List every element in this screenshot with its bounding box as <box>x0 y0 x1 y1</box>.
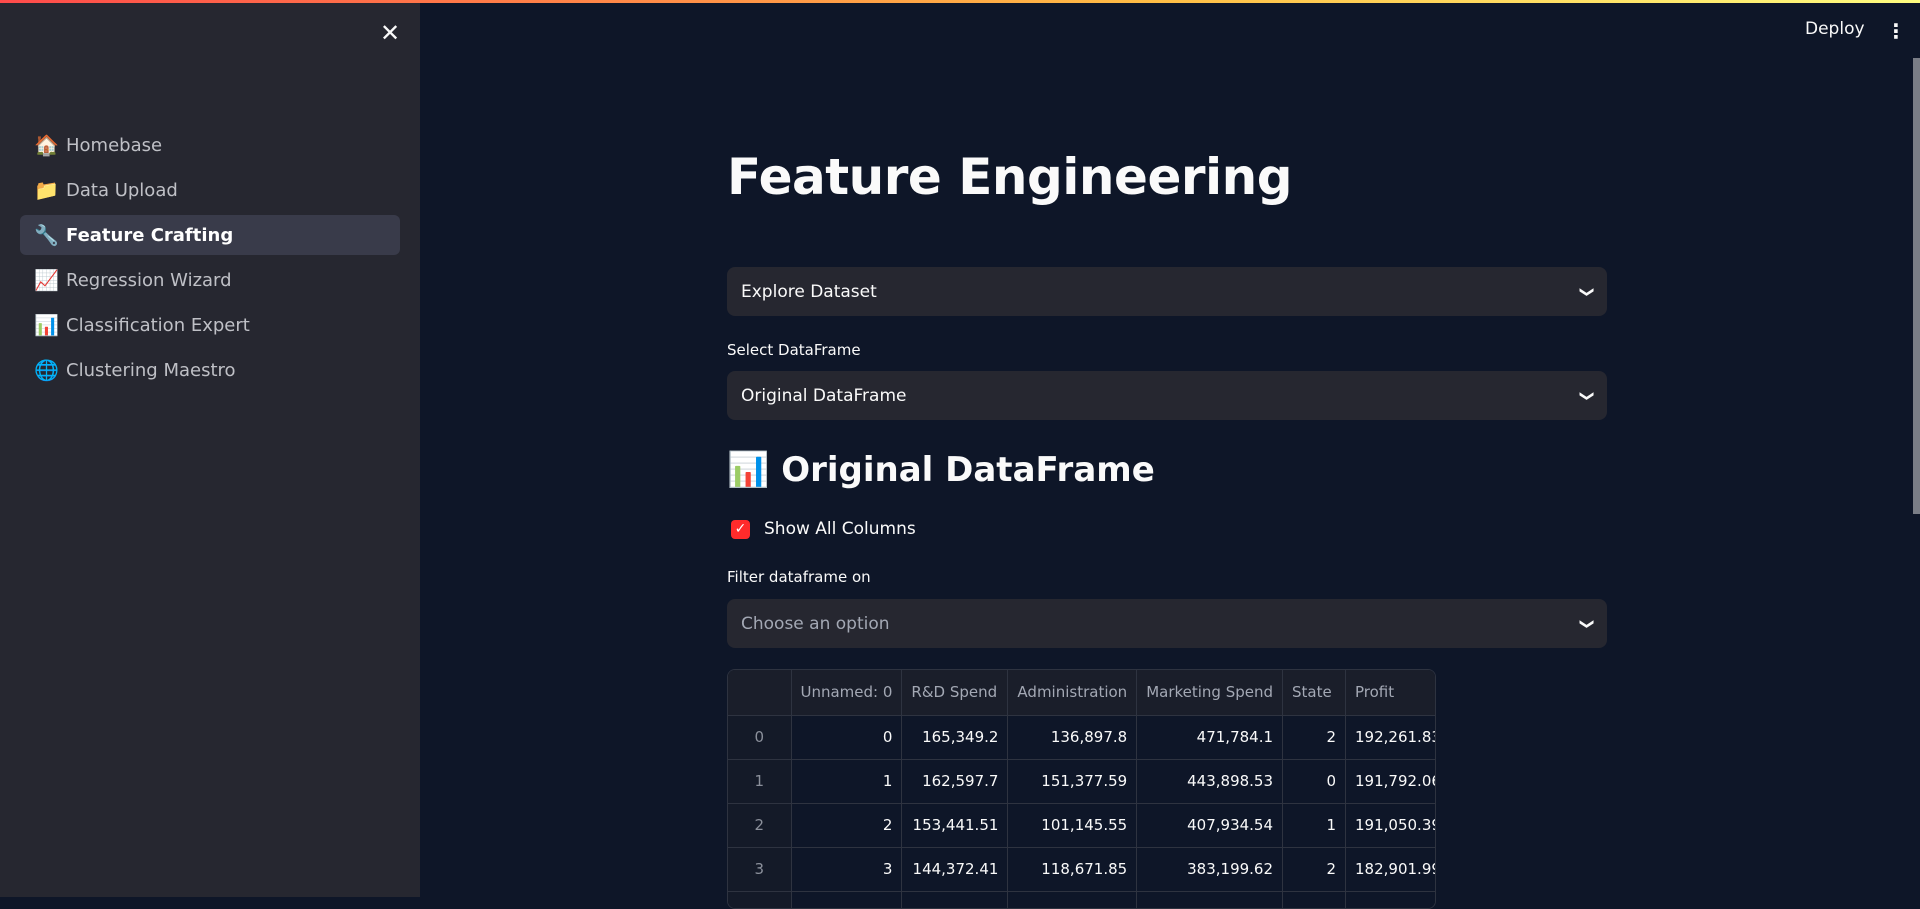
table-cell[interactable]: 165,349.2 <box>901 715 1009 760</box>
table-cell[interactable]: 443,898.53 <box>1136 759 1284 804</box>
table-cell[interactable]: 471,784.1 <box>1136 715 1284 760</box>
checkmark-icon: ✓ <box>731 519 750 539</box>
row-index[interactable] <box>728 891 792 908</box>
sidebar-item-classification-expert[interactable]: 📊 Classification Expert <box>20 305 400 345</box>
row-index[interactable]: 3 <box>728 847 792 892</box>
column-header[interactable]: Marketing Spend <box>1136 670 1284 716</box>
sidebar-item-label: Regression Wizard <box>66 269 232 291</box>
table-cell[interactable]: 101,145.55 <box>1007 803 1138 848</box>
table-cell[interactable] <box>1007 891 1138 908</box>
table-cell[interactable]: 2 <box>1282 715 1347 760</box>
checkbox-label: Show All Columns <box>764 519 916 539</box>
sidebar-item-label: Feature Crafting <box>66 224 234 246</box>
table-cell[interactable]: 2 <box>791 803 903 848</box>
select-value: Original DataFrame <box>741 385 907 406</box>
folder-icon: 📁 <box>34 178 59 202</box>
scrollbar[interactable] <box>1913 58 1920 514</box>
table-row[interactable]: 0 0 165,349.2 136,897.8 471,784.1 2 192,261.83 <box>728 715 1435 760</box>
filter-label: Filter dataframe on <box>727 568 871 586</box>
filter-multiselect[interactable]: Choose an option ❯ <box>727 599 1607 648</box>
table-cell[interactable]: 136,897.8 <box>1007 715 1138 760</box>
table-row[interactable]: 1 1 162,597.7 151,377.59 443,898.53 0 191,792.… <box>728 759 1435 804</box>
chevron-down-icon: ❯ <box>1579 617 1596 630</box>
table-row[interactable] <box>728 891 1435 908</box>
show-all-columns-checkbox[interactable]: ✓ Show All Columns <box>731 519 916 539</box>
table-row[interactable]: 2 2 153,441.51 101,145.55 407,934.54 1 191,050… <box>728 803 1435 848</box>
globe-icon: 🌐 <box>34 358 59 382</box>
table-cell[interactable]: 151,377.59 <box>1007 759 1138 804</box>
table-cell[interactable] <box>791 891 903 908</box>
page-title: Feature Engineering <box>727 148 1293 206</box>
wrench-icon: 🔧 <box>34 223 59 247</box>
sidebar-item-label: Classification Expert <box>66 314 250 336</box>
column-header[interactable]: State <box>1282 670 1347 716</box>
column-header[interactable]: Profit <box>1345 670 1435 716</box>
sidebar-item-data-upload[interactable]: 📁 Data Upload <box>20 170 400 210</box>
bar-chart-icon: 📊 <box>34 313 59 337</box>
table-cell[interactable]: 182,901.99 <box>1345 847 1435 892</box>
table-cell[interactable] <box>1345 891 1435 908</box>
table-cell[interactable] <box>1282 891 1347 908</box>
sidebar-item-label: Data Upload <box>66 179 178 201</box>
table-cell[interactable]: 153,441.51 <box>901 803 1009 848</box>
chevron-down-icon: ❯ <box>1579 389 1596 402</box>
table-cell[interactable]: 118,671.85 <box>1007 847 1138 892</box>
dataframe-table[interactable]: Unnamed: 0 R&D Spend Administration Marketi… <box>727 669 1436 909</box>
select-dataframe-label: Select DataFrame <box>727 341 861 359</box>
table-cell[interactable]: 144,372.41 <box>901 847 1009 892</box>
column-header[interactable]: Unnamed: 0 <box>791 670 903 716</box>
section-title: 📊 Original DataFrame <box>727 450 1155 490</box>
row-index[interactable]: 0 <box>728 715 792 760</box>
explore-dataset-expander[interactable]: Explore Dataset ❯ <box>727 267 1607 316</box>
table-cell[interactable]: 3 <box>791 847 903 892</box>
sidebar-item-label: Clustering Maestro <box>66 359 236 381</box>
sidebar-item-feature-crafting[interactable]: 🔧 Feature Crafting <box>20 215 400 255</box>
sidebar-item-clustering-maestro[interactable]: 🌐 Clustering Maestro <box>20 350 400 390</box>
table-cell[interactable]: 1 <box>791 759 903 804</box>
row-index[interactable]: 1 <box>728 759 792 804</box>
table-cell[interactable]: 0 <box>1282 759 1347 804</box>
kebab-menu-icon[interactable]: ⋮ <box>1886 20 1906 42</box>
column-header[interactable]: Administration <box>1007 670 1138 716</box>
bar-chart-icon: 📊 <box>727 450 770 490</box>
table-cell[interactable]: 191,050.39 <box>1345 803 1435 848</box>
column-header[interactable]: R&D Spend <box>901 670 1009 716</box>
chart-increasing-icon: 📈 <box>34 268 59 292</box>
table-cell[interactable]: 0 <box>791 715 903 760</box>
sidebar-item-label: Homebase <box>66 134 163 156</box>
filter-placeholder: Choose an option <box>741 613 890 634</box>
expander-label: Explore Dataset <box>741 281 877 302</box>
table-cell[interactable] <box>1136 891 1284 908</box>
table-cell[interactable]: 407,934.54 <box>1136 803 1284 848</box>
table-cell[interactable]: 1 <box>1282 803 1347 848</box>
table-cell[interactable]: 2 <box>1282 847 1347 892</box>
table-cell[interactable] <box>901 891 1009 908</box>
sidebar-nav: 🏠 Homebase 📁 Data Upload 🔧 Feature Crafting… <box>20 125 400 395</box>
table-row[interactable]: 3 3 144,372.41 118,671.85 383,199.62 2 182,901… <box>728 847 1435 892</box>
column-header[interactable] <box>728 670 792 716</box>
close-icon[interactable]: ✕ <box>378 21 402 45</box>
sidebar-item-homebase[interactable]: 🏠 Homebase <box>20 125 400 165</box>
select-dataframe-dropdown[interactable]: Original DataFrame ❯ <box>727 371 1607 420</box>
section-title-text: Original DataFrame <box>781 450 1155 490</box>
deploy-button[interactable]: Deploy <box>1805 19 1865 39</box>
table-header-row: Unnamed: 0 R&D Spend Administration Marketi… <box>728 670 1435 716</box>
table-cell[interactable]: 162,597.7 <box>901 759 1009 804</box>
sidebar-item-regression-wizard[interactable]: 📈 Regression Wizard <box>20 260 400 300</box>
table-cell[interactable]: 191,792.06 <box>1345 759 1435 804</box>
row-index[interactable]: 2 <box>728 803 792 848</box>
chevron-down-icon: ❯ <box>1579 285 1596 298</box>
sidebar: ✕ 🏠 Homebase 📁 Data Upload 🔧 Feature Crafti… <box>0 3 420 897</box>
table-cell[interactable]: 192,261.83 <box>1345 715 1435 760</box>
house-icon: 🏠 <box>34 133 59 157</box>
table-cell[interactable]: 383,199.62 <box>1136 847 1284 892</box>
